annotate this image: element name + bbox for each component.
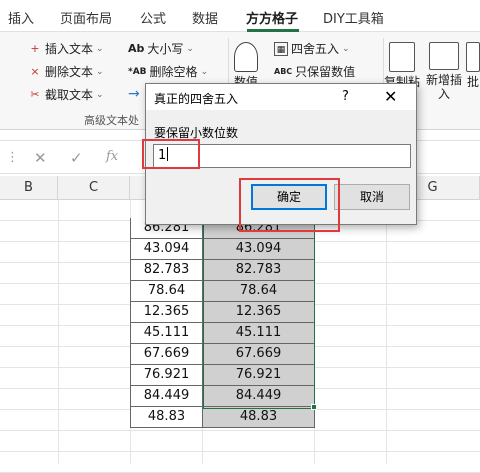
tab-insert[interactable]: 插入 bbox=[8, 8, 34, 27]
round-button[interactable]: ▦ 四舍五入 ⌄ bbox=[274, 40, 350, 57]
keep-values-button[interactable]: ABC 只保留数值 bbox=[274, 63, 355, 80]
table-insert-icon bbox=[429, 42, 459, 70]
chevron-down-icon: ⌄ bbox=[342, 43, 350, 54]
chevron-down-icon: ⌄ bbox=[186, 43, 194, 54]
drag-handle-icon[interactable]: ⋮ bbox=[6, 150, 19, 165]
text-caret bbox=[167, 147, 169, 161]
case-icon: Ab bbox=[128, 42, 145, 55]
batch-button[interactable]: 批 bbox=[466, 42, 480, 89]
decimal-places-label: 要保留小数位数 bbox=[154, 126, 239, 140]
delete-spaces-icon: *AB bbox=[128, 66, 147, 77]
grid-col-line bbox=[58, 200, 59, 464]
decimal-places-input[interactable]: 1 bbox=[153, 144, 411, 168]
column-header-C[interactable]: C bbox=[58, 176, 130, 200]
dialog-titlebar[interactable]: 真正的四舍五入 ? ✕ bbox=[146, 84, 416, 110]
ok-button[interactable]: 确定 bbox=[251, 184, 327, 210]
table-cell-original[interactable]: 76.921 bbox=[130, 365, 203, 386]
copy-paste-button[interactable]: 复制粘 bbox=[384, 42, 420, 89]
insert-text-button[interactable]: + 插入文本 ⌄ bbox=[28, 40, 104, 57]
tab-data[interactable]: 数据 bbox=[192, 8, 218, 27]
insert-text-icon: + bbox=[30, 41, 40, 55]
cancel-icon[interactable]: ✕ bbox=[34, 149, 47, 167]
extract-text-button[interactable]: ✂ 截取文本 ⌄ bbox=[28, 86, 104, 103]
dialog-title: 真正的四舍五入 bbox=[154, 92, 239, 106]
grid-col-line bbox=[386, 200, 387, 464]
table-cell-rounded[interactable]: 67.669 bbox=[203, 344, 315, 365]
grid-row-line bbox=[0, 451, 480, 452]
table-cell-original[interactable]: 82.783 bbox=[130, 260, 203, 281]
arrow-icon[interactable]: → bbox=[128, 86, 140, 102]
table-cell-rounded[interactable]: 78.64 bbox=[203, 281, 315, 302]
numeric-icon bbox=[234, 42, 258, 72]
add-insert-button[interactable]: 新增插入 bbox=[424, 42, 464, 101]
case-button[interactable]: Ab 大小写 ⌄ bbox=[128, 40, 194, 57]
table-cell-original[interactable]: 78.64 bbox=[130, 281, 203, 302]
chevron-down-icon: ⌄ bbox=[96, 66, 104, 77]
extract-text-icon: ✂ bbox=[30, 87, 40, 101]
chevron-down-icon: ⌄ bbox=[96, 43, 104, 54]
delete-text-icon: × bbox=[30, 64, 40, 78]
table-cell-rounded[interactable]: 45.111 bbox=[203, 323, 315, 344]
table-cell-original[interactable]: 84.449 bbox=[130, 386, 203, 407]
chevron-down-icon: ⌄ bbox=[96, 89, 104, 100]
table-cell-rounded[interactable]: 12.365 bbox=[203, 302, 315, 323]
fill-handle[interactable] bbox=[311, 404, 317, 410]
tab-formulas[interactable]: 公式 bbox=[140, 8, 166, 27]
table-cell-original[interactable]: 48.83 bbox=[130, 407, 203, 428]
tab-page-layout[interactable]: 页面布局 bbox=[60, 8, 112, 27]
table-cell-original[interactable]: 43.094 bbox=[130, 239, 203, 260]
tab-fangfang-gezi[interactable]: 方方格子 bbox=[246, 8, 298, 27]
help-icon[interactable]: ? bbox=[342, 89, 349, 104]
table-cell-rounded[interactable]: 48.83 bbox=[203, 407, 315, 428]
table-cell-original[interactable]: 67.669 bbox=[130, 344, 203, 365]
group-label-advanced-text: 高级文本处 bbox=[84, 114, 139, 127]
table-cell-rounded[interactable]: 84.449 bbox=[203, 386, 315, 407]
ribbon-tab-bar: 插入 页面布局 公式 数据 方方格子 DIY工具箱 bbox=[0, 0, 480, 32]
keep-values-icon: ABC bbox=[274, 67, 293, 76]
delete-text-button[interactable]: × 删除文本 ⌄ bbox=[28, 63, 104, 80]
clipboard-icon bbox=[389, 42, 415, 72]
table-cell-rounded[interactable]: 82.783 bbox=[203, 260, 315, 281]
cancel-button[interactable]: 取消 bbox=[334, 184, 410, 210]
table-cell-rounded[interactable]: 76.921 bbox=[203, 365, 315, 386]
column-header-B[interactable]: B bbox=[0, 176, 58, 200]
numeric-button[interactable]: 数值 bbox=[234, 42, 258, 89]
round-dialog: 真正的四舍五入 ? ✕ 要保留小数位数 1 确定 取消 bbox=[145, 83, 417, 225]
chevron-down-icon: ⌄ bbox=[200, 66, 209, 77]
fx-icon[interactable]: fx bbox=[106, 149, 118, 164]
grid-row-line bbox=[0, 430, 480, 431]
table-cell-original[interactable]: 45.111 bbox=[130, 323, 203, 344]
table-cell-rounded[interactable]: 43.094 bbox=[203, 239, 315, 260]
close-icon[interactable]: ✕ bbox=[384, 87, 397, 106]
delete-spaces-button[interactable]: *AB 删除空格 ⌄ bbox=[128, 63, 208, 80]
round-icon: ▦ bbox=[274, 41, 288, 56]
table-cell-original[interactable]: 12.365 bbox=[130, 302, 203, 323]
confirm-icon[interactable]: ✓ bbox=[70, 149, 83, 167]
batch-icon bbox=[466, 42, 480, 72]
tab-diy-toolbox[interactable]: DIY工具箱 bbox=[323, 8, 384, 27]
